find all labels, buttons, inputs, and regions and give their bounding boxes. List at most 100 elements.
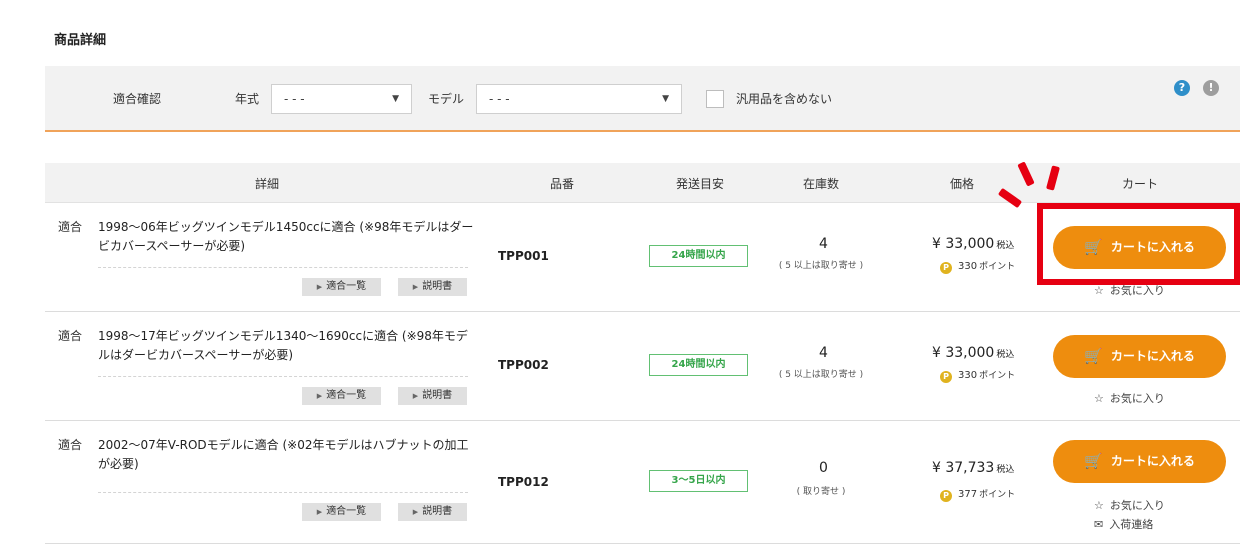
fit-list-button[interactable]: ▶ 適合一覧: [302, 503, 381, 521]
tax-label: 税込: [996, 241, 1015, 251]
restock-notify-link[interactable]: ✉ 入荷連絡: [1094, 516, 1153, 532]
triangle-right-icon: ▶: [316, 283, 323, 291]
product-description: 1998～06年ビッグツインモデル1450ccに適合 (※98年モデルはダービカ…: [98, 220, 474, 253]
favorite-link[interactable]: ☆ お気に入り: [1094, 497, 1165, 513]
triangle-right-icon: ▶: [316, 508, 323, 516]
model-select[interactable]: - - - ▼: [476, 84, 682, 114]
points: P 377 ポイント: [940, 487, 1015, 502]
part-number: TPP012: [498, 475, 549, 489]
tax-label: 税込: [996, 465, 1015, 475]
fit-list-button[interactable]: ▶ 適合一覧: [302, 387, 381, 405]
price: ¥ 37,733 税込: [932, 460, 1014, 476]
section-title: 商品詳細: [54, 33, 107, 48]
divider: [98, 376, 468, 377]
envelope-icon: ✉: [1094, 518, 1104, 531]
exclude-generic-label[interactable]: 汎用品を含めない: [736, 90, 832, 107]
points: P 330 ポイント: [940, 259, 1015, 274]
favorite-link[interactable]: ☆ お気に入り: [1094, 390, 1165, 406]
year-label: 年式: [235, 92, 260, 106]
points-value: 330: [958, 261, 978, 272]
header-part-no: 品番: [549, 177, 575, 191]
year-select-value: - - -: [284, 92, 305, 106]
favorite-label: お気に入り: [1109, 284, 1165, 297]
question-circle-icon[interactable]: ?: [1174, 80, 1190, 96]
point-unit: ポイント: [979, 490, 1016, 500]
fit-list-button[interactable]: ▶ 適合一覧: [302, 278, 381, 296]
fit-tag: 適合: [58, 220, 83, 234]
table-row: 適合 1998～17年ビッグツインモデル1340～1690ccに適合 (※98年…: [45, 313, 1240, 421]
points: P 330 ポイント: [940, 368, 1015, 383]
triangle-right-icon: ▶: [412, 508, 419, 516]
star-outline-icon: ☆: [1094, 499, 1104, 512]
triangle-right-icon: ▶: [412, 392, 419, 400]
fit-check-label: 適合確認: [113, 92, 162, 106]
favorite-label: お気に入り: [1109, 499, 1165, 512]
stock-note: ( 5 以上は取り寄せ ): [778, 261, 864, 271]
add-to-cart-label: カートに入れる: [1110, 454, 1195, 468]
manual-label: 説明書: [422, 390, 453, 401]
header-shipping: 発送目安: [675, 177, 725, 191]
part-number: TPP002: [498, 358, 549, 372]
add-to-cart-label: カートに入れる: [1110, 349, 1195, 363]
divider: [98, 492, 468, 493]
model-select-value: - - -: [489, 92, 510, 106]
point-unit: ポイント: [979, 262, 1016, 272]
point-unit: ポイント: [979, 371, 1016, 381]
manual-button[interactable]: ▶ 説明書: [398, 503, 467, 521]
shipping-badge: 3～5日以内: [649, 470, 748, 492]
shipping-badge: 24時間以内: [649, 245, 748, 267]
shopping-cart-icon: 🛒: [1084, 452, 1103, 470]
triangle-right-icon: ▶: [316, 392, 323, 400]
exclamation-circle-icon[interactable]: !: [1203, 80, 1219, 96]
price-value: ¥ 33,000: [932, 345, 995, 361]
fit-list-label: 適合一覧: [326, 506, 367, 517]
tax-label: 税込: [996, 350, 1015, 360]
point-coin-icon: P: [940, 490, 952, 502]
stock-count: 0: [819, 460, 828, 476]
shopping-cart-icon: 🛒: [1084, 347, 1103, 365]
table-row: 適合 2002～07年V-RODモデルに適合 (※02年モデルはハブナットの加工…: [45, 422, 1240, 544]
price: ¥ 33,000 税込: [932, 236, 1014, 252]
manual-label: 説明書: [422, 281, 453, 292]
fit-tag: 適合: [58, 329, 83, 343]
point-coin-icon: P: [940, 262, 952, 274]
star-outline-icon: ☆: [1094, 284, 1104, 297]
point-coin-icon: P: [940, 371, 952, 383]
divider: [98, 267, 468, 268]
fit-tag: 適合: [58, 438, 83, 452]
favorite-label: お気に入り: [1109, 392, 1165, 405]
year-select[interactable]: - - - ▼: [271, 84, 412, 114]
product-description: 2002～07年V-RODモデルに適合 (※02年モデルはハブナットの加工が必要…: [98, 438, 469, 471]
manual-button[interactable]: ▶ 説明書: [398, 278, 467, 296]
product-description: 1998～17年ビッグツインモデル1340～1690ccに適合 (※98年モデル…: [98, 329, 468, 362]
fit-check-bar: 適合確認 年式 - - - ▼ モデル - - - ▼ 汎用品を含めない ? !: [45, 66, 1240, 132]
model-label: モデル: [428, 92, 465, 106]
header-cart: カート: [1121, 177, 1159, 191]
table-header: 詳細 品番 発送目安 在庫数 価格 カート: [45, 163, 1240, 203]
manual-button[interactable]: ▶ 説明書: [398, 387, 467, 405]
header-detail: 詳細: [254, 177, 280, 191]
stock-count: 4: [819, 236, 828, 252]
star-outline-icon: ☆: [1094, 392, 1104, 405]
stock-note: ( 5 以上は取り寄せ ): [778, 370, 864, 380]
highlight-box: [1037, 203, 1240, 285]
part-number: TPP001: [498, 249, 549, 263]
header-price: 価格: [949, 177, 975, 191]
price-value: ¥ 33,000: [932, 236, 995, 252]
fit-list-label: 適合一覧: [326, 390, 367, 401]
exclude-generic-checkbox[interactable]: [706, 90, 724, 108]
shipping-badge: 24時間以内: [649, 354, 748, 376]
manual-label: 説明書: [422, 506, 453, 517]
points-value: 330: [958, 370, 978, 381]
stock-note: ( 取り寄せ ): [796, 487, 846, 497]
fit-list-label: 適合一覧: [326, 281, 367, 292]
add-to-cart-button[interactable]: 🛒 カートに入れる: [1053, 440, 1226, 483]
points-value: 377: [958, 489, 978, 500]
price-value: ¥ 37,733: [932, 460, 995, 476]
price: ¥ 33,000 税込: [932, 345, 1014, 361]
restock-notify-label: 入荷連絡: [1109, 518, 1154, 531]
add-to-cart-button[interactable]: 🛒 カートに入れる: [1053, 335, 1226, 378]
triangle-right-icon: ▶: [412, 283, 419, 291]
model-dropdown-arrow-icon: ▼: [662, 94, 669, 104]
year-dropdown-arrow-icon: ▼: [392, 94, 399, 104]
